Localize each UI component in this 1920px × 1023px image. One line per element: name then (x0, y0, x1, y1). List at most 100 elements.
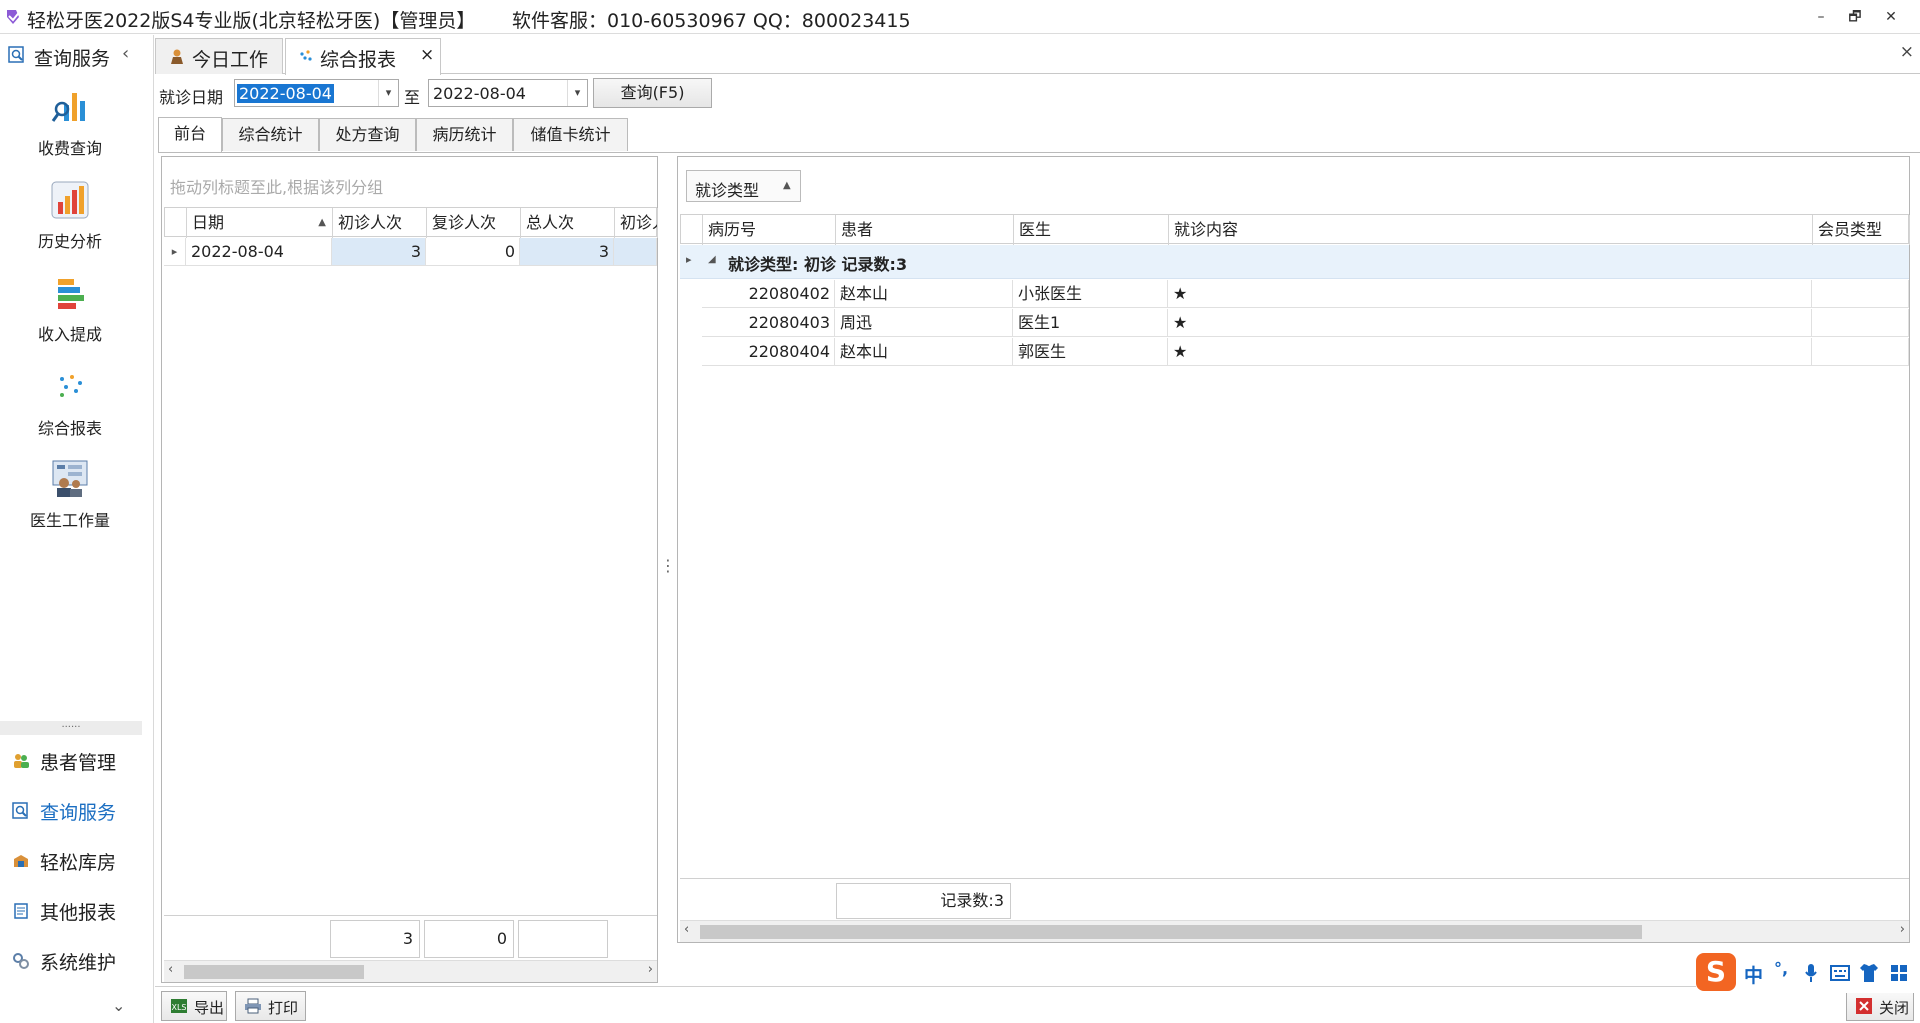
group-row[interactable]: ▸ ◢ 就诊类型: 初诊 记录数:3 (680, 245, 1909, 279)
scroll-right-icon[interactable]: › (1900, 922, 1905, 937)
cell-member-type[interactable] (1812, 338, 1909, 366)
cell-patient[interactable]: 赵本山 (835, 280, 1013, 308)
close-all-tabs-icon[interactable]: × (1900, 42, 1914, 62)
date-from-combo[interactable]: 2022-08-04 ▾ (234, 79, 399, 107)
cell-record-no[interactable]: 22080402 (702, 280, 835, 308)
column-header-member-type[interactable]: 会员类型 (1813, 215, 1910, 245)
date-to-combo[interactable]: 2022-08-04 ▾ (428, 79, 588, 107)
close-label: 关闭 (1879, 999, 1910, 1017)
search-icon (8, 46, 24, 63)
window-close-button[interactable]: ✕ (1874, 4, 1908, 30)
ime-punctuation[interactable]: °, (1774, 959, 1788, 978)
scroll-left-icon[interactable]: ‹ (168, 962, 173, 977)
nav-group-other-reports[interactable]: 其他报表 (12, 896, 142, 926)
cell-visit-content[interactable]: ★ (1168, 280, 1812, 308)
tab-close-icon[interactable]: × (420, 45, 434, 65)
minimize-button[interactable]: – (1804, 4, 1838, 30)
group-by-chip[interactable]: 就诊类型 ▲ (686, 170, 801, 202)
nav-splitter[interactable]: ...... (0, 720, 142, 735)
column-header-total[interactable]: 总人次 (521, 208, 615, 238)
subtab-record-stats[interactable]: 病历统计 (416, 118, 513, 151)
cell-doctor[interactable]: 小张医生 (1013, 280, 1168, 308)
cell-visit-content[interactable]: ★ (1168, 338, 1812, 366)
column-header-doctor[interactable]: 医生 (1014, 215, 1169, 245)
nav-group-warehouse[interactable]: 轻松库房 (12, 846, 142, 876)
doctor-board-icon (52, 460, 88, 497)
column-header-first-partial[interactable]: 初诊人 (615, 208, 658, 238)
table-row[interactable]: 22080403 周迅 医生1 ★ (680, 309, 1909, 338)
cell-first-partial[interactable] (614, 238, 657, 266)
cell-patient[interactable]: 周迅 (835, 309, 1013, 337)
chevron-down-icon[interactable]: ▾ (378, 80, 398, 106)
subtab-comprehensive-stats[interactable]: 综合统计 (222, 118, 319, 151)
panel-splitter-handle[interactable]: ⋮ (660, 556, 676, 575)
subtab-stored-card-stats[interactable]: 储值卡统计 (513, 118, 628, 151)
cell-revisits[interactable]: 0 (426, 238, 520, 266)
nav-item-comprehensive-report[interactable]: 综合报表 (0, 367, 140, 457)
nav-group-patient-management[interactable]: 患者管理 (12, 746, 142, 776)
table-row[interactable]: 22080402 赵本山 小张医生 ★ (680, 280, 1909, 309)
tab-comprehensive-report[interactable]: 综合报表 × (285, 38, 441, 75)
tab-label: 今日工作 (192, 49, 269, 71)
restore-button[interactable]: 🗗 (1838, 4, 1872, 30)
subtab-front-desk[interactable]: 前台 (158, 117, 222, 152)
column-header-first-visits[interactable]: 初诊人次 (333, 208, 427, 238)
cell-date[interactable]: 2022-08-04 (186, 238, 332, 266)
cell-doctor[interactable]: 郭医生 (1013, 338, 1168, 366)
cell-member-type[interactable] (1812, 280, 1909, 308)
nav-item-income-commission[interactable]: 收入提成 (0, 273, 140, 363)
collapse-nav-button[interactable]: ‹ (122, 43, 129, 64)
keyboard-icon[interactable] (1830, 965, 1850, 981)
skin-shirt-icon[interactable] (1858, 963, 1880, 983)
scroll-right-icon[interactable]: › (648, 962, 653, 977)
right-detail-panel: 就诊类型 ▲ 病历号 患者 医生 就诊内容 会员类型 ▸ ◢ 就诊类型: 初诊 … (677, 156, 1910, 943)
tab-today-work[interactable]: 今日工作 (155, 38, 283, 74)
nav-item-history-analysis[interactable]: 历史分析 (0, 180, 140, 270)
nav-group-query-service[interactable]: 查询服务 (12, 796, 142, 826)
bottom-bar-divider (155, 986, 1920, 987)
row-indicator-icon: ▸ (686, 253, 692, 266)
column-header-record-no[interactable]: 病历号 (703, 215, 836, 245)
right-horizontal-scrollbar[interactable]: ‹ › (680, 920, 1909, 942)
nav-item-label: 收入提成 (37, 325, 102, 344)
report-icon (14, 903, 28, 919)
scrollbar-thumb[interactable] (700, 925, 1642, 939)
close-button[interactable]: 关闭 (1846, 991, 1914, 1021)
ime-logo[interactable]: S (1696, 953, 1736, 991)
footer-sum-revisits: 0 (424, 920, 514, 958)
left-navigation: 查询服务 ‹ 收费查询 历史分析 收入提成 综合报表 医生工作量 ...... … (0, 35, 154, 1023)
cell-first-visits[interactable]: 3 (332, 238, 426, 266)
subtab-prescription-query[interactable]: 处方查询 (319, 118, 416, 151)
left-horizontal-scrollbar[interactable]: ‹ › (164, 960, 657, 982)
cell-doctor[interactable]: 医生1 (1013, 309, 1168, 337)
export-button[interactable]: XLS 导出 (161, 991, 227, 1021)
expand-group-icon[interactable]: ◢ (708, 254, 716, 265)
cell-member-type[interactable] (1812, 309, 1909, 337)
scroll-left-icon[interactable]: ‹ (684, 922, 689, 937)
nav-item-fee-query[interactable]: 收费查询 (0, 87, 140, 177)
microphone-icon[interactable] (1804, 963, 1818, 983)
table-row[interactable]: 22080404 赵本山 郭医生 ★ (680, 338, 1909, 367)
toolbox-grid-icon[interactable] (1890, 964, 1908, 982)
nav-item-doctor-workload[interactable]: 医生工作量 (0, 459, 140, 549)
cell-record-no[interactable]: 22080403 (702, 309, 835, 337)
cell-patient[interactable]: 赵本山 (835, 338, 1013, 366)
cell-record-no[interactable]: 22080404 (702, 338, 835, 366)
scrollbar-thumb[interactable] (184, 965, 364, 979)
ime-chinese-mode[interactable]: 中 (1744, 961, 1763, 988)
column-header-visit-content[interactable]: 就诊内容 (1169, 215, 1813, 245)
print-label: 打印 (268, 999, 299, 1017)
print-button[interactable]: 打印 (235, 991, 306, 1021)
query-button[interactable]: 查询(F5) (593, 78, 712, 108)
footer-sum-first-visits: 3 (330, 920, 420, 958)
column-header-revisits[interactable]: 复诊人次 (427, 208, 521, 238)
search-icon (12, 802, 28, 819)
nav-expand-chevron-icon[interactable]: ⌄ (112, 996, 125, 1015)
cell-visit-content[interactable]: ★ (1168, 309, 1812, 337)
chevron-down-icon[interactable]: ▾ (567, 80, 587, 106)
cell-total[interactable]: 3 (520, 238, 614, 266)
column-header-date[interactable]: 日期 ▲ (187, 208, 333, 238)
table-row[interactable]: ▸ 2022-08-04 3 0 3 (164, 238, 657, 266)
column-header-patient[interactable]: 患者 (836, 215, 1014, 245)
nav-group-system-maintenance[interactable]: 系统维护 (12, 946, 142, 976)
